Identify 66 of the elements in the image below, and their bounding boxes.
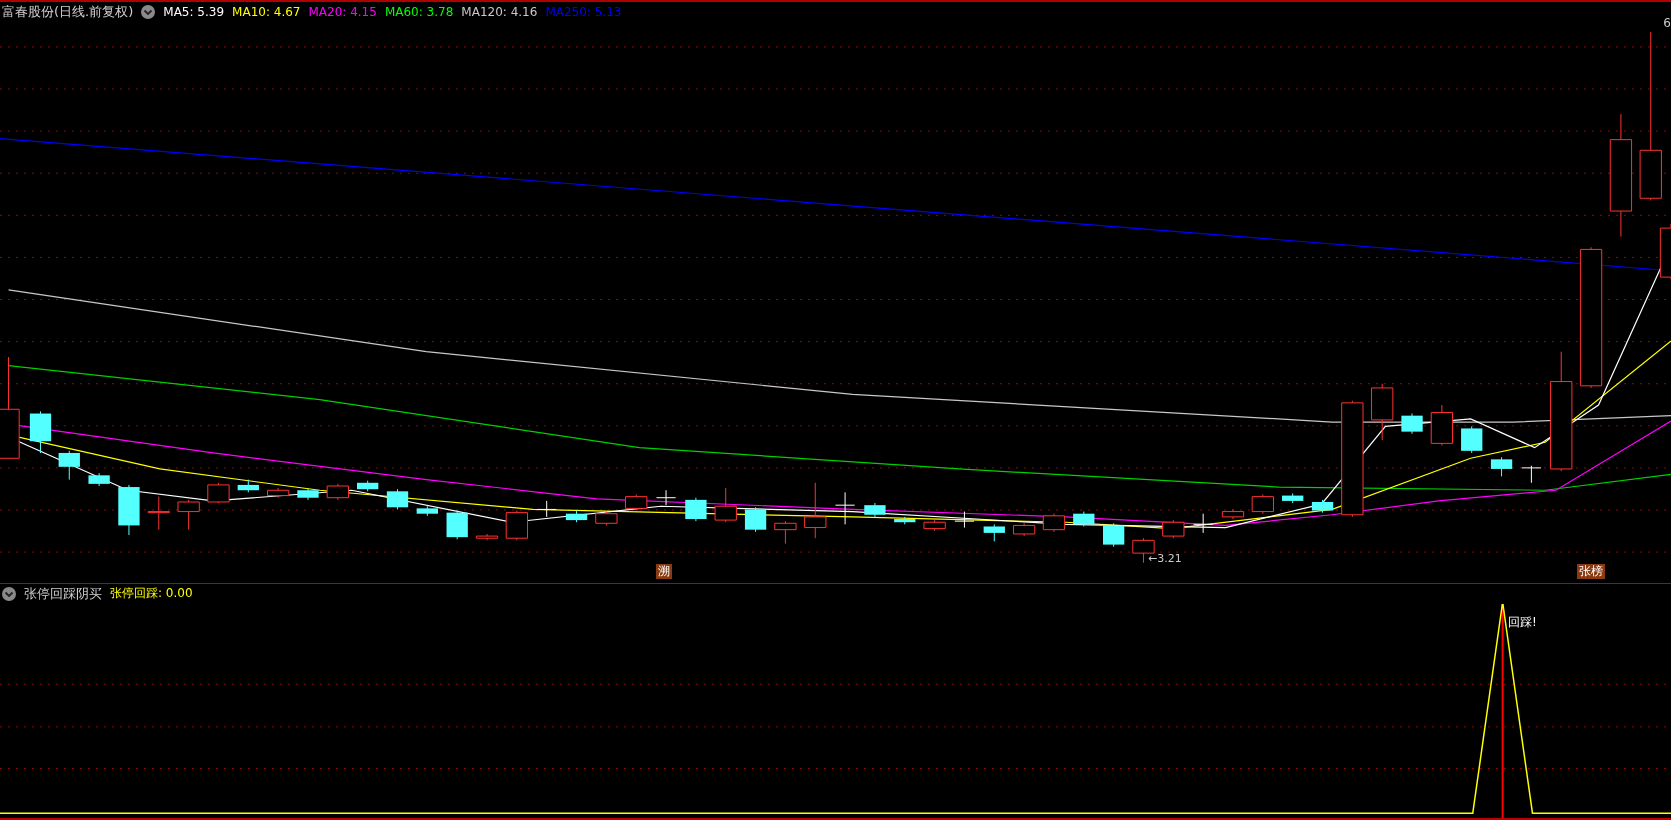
price-label: 6: [1663, 16, 1671, 30]
dropdown-icon[interactable]: [141, 5, 156, 19]
candlestick: [29, 410, 52, 454]
candlestick: [595, 511, 618, 526]
candlestick: [655, 489, 677, 506]
chart-title: 富春股份(日线.前复权): [2, 3, 134, 21]
candlestick: [177, 499, 200, 531]
candlestick: [58, 450, 80, 481]
candlestick: [1103, 522, 1125, 548]
candlestick: [326, 483, 349, 501]
candlestick: [864, 502, 886, 518]
candlestick: [416, 505, 438, 517]
candlestick: [835, 491, 856, 525]
candlestick: [237, 479, 259, 493]
candlestick: [357, 480, 379, 492]
price-label: ←3.21: [1148, 552, 1182, 565]
moving-average-label: MA120: 4.16: [461, 5, 538, 19]
moving-average-label: MA250: 5.13: [545, 5, 622, 19]
indicator-value: 张停回踩: 0.00: [110, 585, 193, 603]
moving-average-label: MA60: 3.78: [384, 5, 454, 19]
candlestick: [1193, 513, 1214, 534]
candlestick: [207, 482, 230, 504]
moving-average-label: MA5: 5.39: [163, 5, 225, 19]
candlestick: [475, 533, 499, 541]
candlestick: [147, 496, 170, 531]
event-tag: 溯: [656, 564, 672, 579]
candlestick: [1251, 494, 1274, 515]
candlestick: [1461, 425, 1483, 454]
candlestick: [1401, 413, 1423, 435]
candlestick: [714, 487, 737, 523]
candlestick: [267, 487, 290, 499]
candlestick: [297, 487, 319, 501]
moving-average-label: MA20: 4.15: [308, 5, 377, 19]
candlestick: [774, 520, 797, 545]
candlestick: [744, 506, 767, 533]
moving-average-label: MA10: 4.67: [232, 5, 301, 19]
candlestick: [1430, 404, 1454, 446]
candlestick: [1490, 456, 1513, 477]
candlestick: [565, 510, 588, 523]
event-tag: 张榜: [1577, 564, 1605, 579]
dropdown-icon[interactable]: [2, 586, 16, 601]
candlestick: [118, 484, 140, 536]
candlestick: [804, 482, 827, 539]
candlestick: [1073, 511, 1095, 527]
candlestick: [1012, 522, 1036, 537]
candlestick: [446, 510, 468, 540]
candlestick: [625, 494, 648, 511]
candlestick: [954, 511, 975, 529]
candlestick: [386, 488, 409, 510]
signal-label: 回踩!: [1508, 613, 1537, 631]
candlestick: [923, 519, 946, 532]
candlestick: [505, 510, 528, 541]
candlestick: [1042, 513, 1066, 533]
candlestick: [983, 523, 1005, 542]
candlestick: [1521, 465, 1542, 484]
candlestick: [1659, 223, 1671, 280]
candlestick: [1162, 519, 1185, 539]
candlestick: [1282, 492, 1304, 504]
candlestick: [1221, 508, 1245, 520]
candlestick: [1311, 499, 1334, 514]
candlestick: [88, 472, 110, 487]
candlestick: [685, 497, 707, 522]
indicator-title: 张停回踩阴买: [24, 584, 102, 603]
candlestick: [536, 500, 557, 518]
candlestick: [894, 516, 916, 525]
candlestick: [1371, 383, 1394, 441]
